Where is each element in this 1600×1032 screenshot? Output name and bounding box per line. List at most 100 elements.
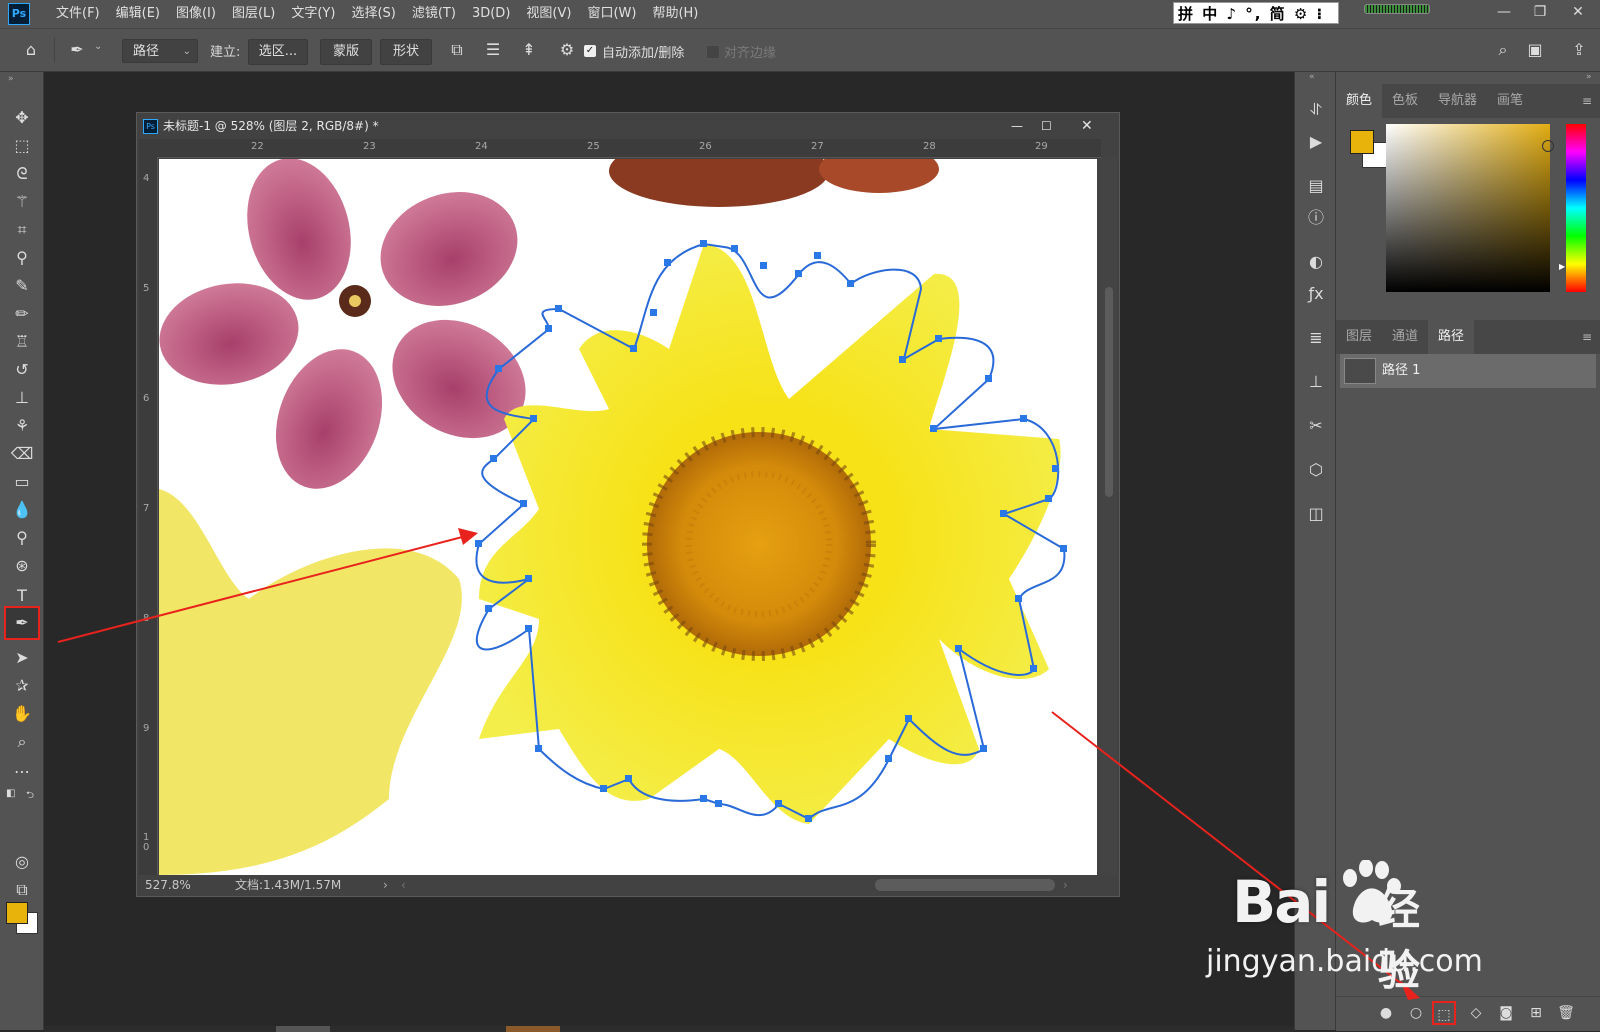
quick-mask-icon[interactable]: ◎ — [6, 848, 38, 876]
actions-panel-icon[interactable]: ▶ — [1302, 128, 1330, 156]
make-shape-button[interactable]: 形状 — [380, 39, 432, 65]
ime-toolbar[interactable]: 拼 中 ♪ °, 简 ⚙ ⁝ — [1173, 2, 1339, 24]
path-selection-tool-icon[interactable]: ➤ — [6, 644, 38, 672]
hue-slider-handle[interactable]: ▶ — [1559, 262, 1565, 271]
share-icon[interactable]: ⇪ — [1566, 37, 1592, 63]
tab-channels[interactable]: 通道 — [1382, 320, 1428, 354]
make-mask-button[interactable]: 蒙版 — [320, 39, 372, 65]
swap-colors-icon[interactable]: ⮌ — [26, 788, 34, 805]
doc-maximize-icon[interactable]: ☐ — [1041, 113, 1052, 139]
color-field[interactable] — [1386, 124, 1554, 292]
path-operations-icon[interactable]: ⧉ — [444, 37, 470, 63]
new-path-icon[interactable]: ⊞ — [1524, 1001, 1548, 1025]
screen-mode-icon[interactable]: ⧉ — [6, 876, 38, 904]
menu-layer[interactable]: 图层(L) — [224, 0, 283, 28]
eraser-tool-icon[interactable]: ⌫ — [6, 440, 38, 468]
healing-brush-tool-icon[interactable]: ✎ — [6, 272, 38, 300]
menu-file[interactable]: 文件(F) — [48, 0, 108, 28]
document-title-bar[interactable]: Ps 未标题-1 @ 528% (图层 2, RGB/8#) * — ☐ ✕ — [137, 113, 1119, 139]
stroke-path-icon[interactable]: ○ — [1404, 1001, 1428, 1025]
image-canvas[interactable] — [159, 159, 1097, 875]
doc-close-icon[interactable]: ✕ — [1081, 113, 1093, 139]
move-tool-icon[interactable]: ✥ — [6, 104, 38, 132]
align-edges-checkbox[interactable] — [706, 45, 720, 59]
crop-tool-icon[interactable]: ⌗ — [6, 216, 38, 244]
hue-slider[interactable] — [1566, 124, 1586, 292]
collapse-icon[interactable]: « — [1309, 72, 1315, 82]
tab-swatches[interactable]: 色板 — [1382, 84, 1428, 118]
foreground-color-chip[interactable] — [1350, 130, 1374, 154]
libraries-icon[interactable]: ◫ — [1302, 500, 1330, 528]
dodge-tool-icon[interactable]: ⚲ — [6, 524, 38, 552]
blur-tool-icon[interactable]: 💧 — [6, 496, 38, 524]
hand-tool-icon[interactable]: ✋ — [6, 700, 38, 728]
panel-menu-icon[interactable]: ≡ — [1582, 84, 1592, 118]
history-brush-tool-icon[interactable]: ↺ — [6, 356, 38, 384]
eyedropper-tool-icon[interactable]: ⚲ — [6, 244, 38, 272]
doc-minimize-icon[interactable]: — — [1011, 113, 1023, 139]
tool-presets-icon[interactable]: ✂ — [1302, 412, 1330, 440]
foreground-color-swatch[interactable] — [6, 902, 28, 924]
clone-source-icon[interactable]: ⊥ — [1302, 368, 1330, 396]
menu-edit[interactable]: 编辑(E) — [108, 0, 168, 28]
sponge-tool-icon[interactable]: ⊛ — [6, 552, 38, 580]
properties-panel-icon[interactable]: ▤ — [1302, 172, 1330, 200]
horizontal-scrollbar-thumb[interactable] — [875, 879, 1055, 891]
menu-image[interactable]: 图像(I) — [168, 0, 224, 28]
tab-paths[interactable]: 路径 — [1428, 320, 1475, 354]
stamp-tool-icon[interactable]: ⊥ — [6, 384, 38, 412]
collapse-icon[interactable]: » — [1586, 72, 1592, 82]
workspace-icon[interactable]: ▣ — [1522, 37, 1548, 63]
tool-mode-select[interactable]: 路径 ⌄ — [122, 39, 198, 63]
vertical-scrollbar[interactable] — [1101, 157, 1117, 875]
zoom-level[interactable]: 527.8% — [145, 875, 191, 895]
restore-icon[interactable]: ❐ — [1522, 0, 1558, 24]
art-history-brush-icon[interactable]: ⚘ — [6, 412, 38, 440]
chevron-right-icon[interactable]: › — [1063, 875, 1068, 895]
load-path-as-selection-icon[interactable]: ⬚ — [1432, 1001, 1456, 1025]
magic-wand-tool-icon[interactable]: ⚚ — [6, 188, 38, 216]
delete-path-icon[interactable]: 🗑 — [1554, 1001, 1578, 1025]
brush-tool-icon[interactable]: ✏ — [6, 300, 38, 328]
lasso-tool-icon[interactable]: ᘓ — [6, 160, 38, 188]
scrollbar-thumb[interactable] — [1105, 287, 1113, 497]
menu-view[interactable]: 视图(V) — [518, 0, 579, 28]
marquee-tool-icon[interactable]: ⬚ — [6, 132, 38, 160]
custom-shape-tool-icon[interactable]: ✰ — [6, 672, 38, 700]
menu-help[interactable]: 帮助(H) — [644, 0, 706, 28]
panel-menu-icon[interactable]: ≡ — [1582, 320, 1592, 354]
menu-window[interactable]: 窗口(W) — [579, 0, 644, 28]
path-alignment-icon[interactable]: ☰ — [480, 37, 506, 63]
chevron-down-icon[interactable]: ⌄ — [94, 41, 102, 52]
styles-icon[interactable]: ƒx — [1302, 280, 1330, 308]
menu-3d[interactable]: 3D(D) — [464, 0, 518, 28]
gear-icon[interactable]: ⚙ — [554, 37, 580, 63]
home-icon[interactable]: ⌂ — [18, 37, 44, 63]
brush-settings-icon[interactable]: ≣ — [1302, 324, 1330, 352]
menu-type[interactable]: 文字(Y) — [283, 0, 343, 28]
adjustments-icon[interactable]: ◐ — [1302, 248, 1330, 276]
add-mask-icon[interactable]: ◙ — [1494, 1001, 1518, 1025]
path-arrangement-icon[interactable]: ⇞ — [516, 37, 542, 63]
tab-layers[interactable]: 图层 — [1336, 320, 1382, 354]
default-colors-icon[interactable]: ◧ — [6, 788, 15, 799]
close-icon[interactable]: ✕ — [1560, 0, 1596, 24]
tab-brushes[interactable]: 画笔 — [1487, 84, 1533, 118]
info-icon[interactable]: ⓘ — [1302, 204, 1330, 232]
3d-icon[interactable]: ⬡ — [1302, 456, 1330, 484]
path-list-item[interactable]: 路径 1 — [1340, 354, 1596, 388]
pen-tool-icon[interactable]: ✒ — [4, 606, 40, 640]
auto-add-delete-checkbox[interactable]: ✓ — [584, 45, 596, 57]
menu-filter[interactable]: 滤镜(T) — [404, 0, 464, 28]
make-selection-button[interactable]: 选区... — [248, 39, 308, 65]
color-picker-cursor[interactable] — [1542, 140, 1554, 152]
chevron-right-icon[interactable]: › — [383, 875, 388, 895]
minimize-icon[interactable]: — — [1486, 0, 1522, 24]
tab-navigator[interactable]: 导航器 — [1428, 84, 1487, 118]
make-work-path-icon[interactable]: ◇ — [1464, 1001, 1488, 1025]
search-icon[interactable]: ⌕ — [1490, 37, 1516, 63]
zoom-tool-icon[interactable]: ⌕ — [6, 728, 38, 756]
fill-path-icon[interactable]: ● — [1374, 1001, 1398, 1025]
menu-select[interactable]: 选择(S) — [343, 0, 403, 28]
collapse-icon[interactable]: » — [8, 74, 14, 84]
